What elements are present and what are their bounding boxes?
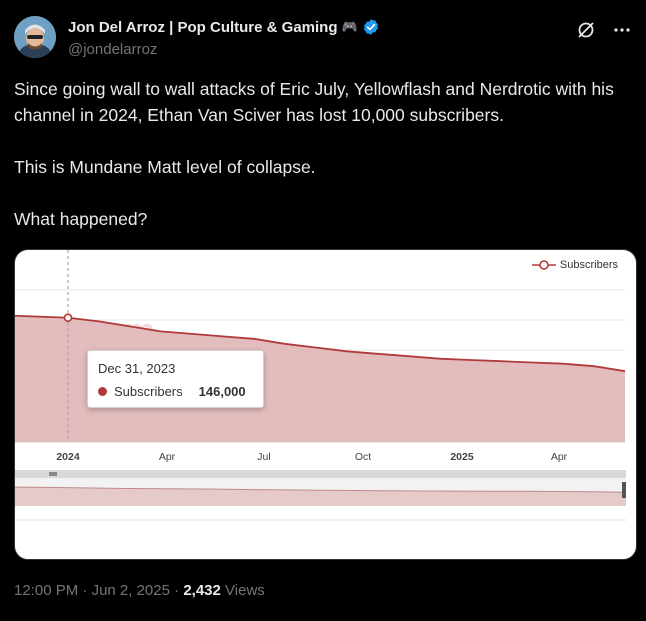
tooltip-value: 146,000	[198, 384, 246, 399]
x-tick-label: 2025	[450, 451, 474, 463]
more-options-icon[interactable]	[612, 20, 632, 40]
navigator-handle[interactable]	[622, 482, 626, 498]
range-navigator[interactable]	[15, 470, 627, 521]
x-tick-label: Oct	[355, 451, 371, 463]
author-name[interactable]: Jon Del Arroz | Pop Culture & Gaming	[68, 19, 338, 36]
tweet-paragraph: What happened?	[14, 209, 148, 229]
tweet-media-image[interactable]: ado.com 2024AprJulOct2025Apr Subscribers…	[14, 249, 637, 560]
hover-point	[63, 313, 73, 323]
x-tick-label: Apr	[551, 451, 568, 463]
grok-icon[interactable]	[576, 20, 596, 40]
tweet-time[interactable]: 12:00 PM	[14, 582, 78, 599]
x-tick-label: Apr	[159, 451, 176, 463]
x-tick-label: Jul	[257, 451, 270, 463]
tweet-header: Jon Del Arroz | Pop Culture & Gaming 🎮 @…	[14, 14, 632, 62]
legend-label: Subscribers	[559, 259, 618, 271]
views-count: 2,432	[183, 582, 221, 599]
tweet-footer: 12:00 PM · Jun 2, 2025 · 2,432 Views	[14, 582, 265, 599]
tweet-paragraph: This is Mundane Matt level of collapse.	[14, 157, 316, 177]
tweet-paragraph: Since going wall to wall attacks of Eric…	[14, 79, 614, 125]
chart-legend[interactable]: Subscribers	[531, 259, 618, 271]
tweet-date[interactable]: Jun 2, 2025	[92, 582, 170, 599]
tooltip-series-dot	[98, 387, 107, 396]
verified-badge-icon	[363, 19, 378, 35]
tooltip-date: Dec 31, 2023	[98, 361, 176, 376]
chart-tooltip: Dec 31, 2023 Subscribers 146,000	[87, 350, 264, 408]
avatar[interactable]	[14, 16, 56, 58]
x-tick-label: 2024	[56, 451, 80, 463]
separator-dot: ·	[82, 582, 92, 599]
game-controller-emoji: 🎮	[341, 19, 358, 34]
scrollbar-grip-icon[interactable]	[49, 472, 57, 476]
separator-dot: ·	[174, 582, 184, 599]
tweet-text: Since going wall to wall attacks of Eric…	[14, 76, 634, 258]
tooltip-series-label: Subscribers	[114, 384, 183, 399]
navigator-scrollbar[interactable]	[15, 470, 626, 478]
views-label: Views	[225, 582, 265, 599]
author-handle[interactable]: @jondelarroz	[68, 41, 157, 58]
author-name-row[interactable]: Jon Del Arroz | Pop Culture & Gaming 🎮	[68, 18, 380, 36]
legend-marker-icon	[531, 260, 556, 270]
